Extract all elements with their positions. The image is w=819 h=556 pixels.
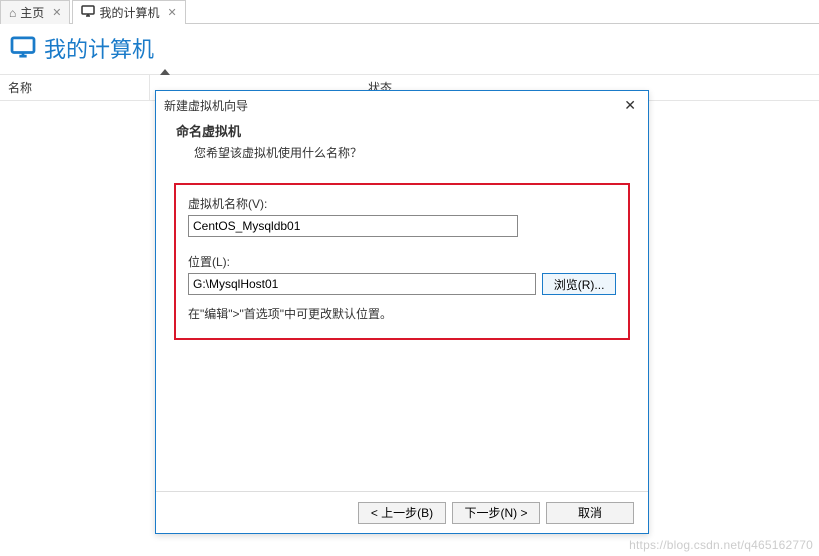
next-button[interactable]: 下一步(N) > [452, 502, 540, 524]
close-icon[interactable]: ✕ [620, 97, 640, 114]
cancel-button[interactable]: 取消 [546, 502, 634, 524]
page-title: 我的计算机 [44, 32, 154, 64]
dialog-subheading: 您希望该虚拟机使用什么名称？ [176, 140, 628, 161]
monitor-icon [10, 36, 36, 61]
browse-button[interactable]: 浏览(R)... [542, 273, 616, 295]
vm-name-input[interactable] [188, 215, 518, 237]
tab-home[interactable]: ⌂ 主页 ✕ [0, 0, 70, 24]
dialog-footer: < 上一步(B) 下一步(N) > 取消 [156, 491, 648, 533]
highlight-box: 虚拟机名称(V): 位置(L): 浏览(R)... 在"编辑">"首选项"中可更… [174, 183, 630, 340]
tab-home-label: 主页 [20, 4, 44, 21]
tab-bar: ⌂ 主页 ✕ 我的计算机 ✕ [0, 0, 819, 24]
home-icon: ⌂ [9, 6, 16, 20]
watermark: https://blog.csdn.net/q465162770 [629, 538, 813, 552]
close-icon[interactable]: ✕ [168, 6, 177, 19]
dialog-heading: 命名虚拟机 [176, 121, 628, 140]
new-vm-wizard-dialog: 新建虚拟机向导 ✕ 命名虚拟机 您希望该虚拟机使用什么名称？ 虚拟机名称(V):… [155, 90, 649, 534]
page-header: 我的计算机 [0, 24, 819, 75]
back-button[interactable]: < 上一步(B) [358, 502, 446, 524]
close-icon[interactable]: ✕ [52, 6, 61, 19]
dialog-header: 命名虚拟机 您希望该虚拟机使用什么名称？ [156, 119, 648, 173]
location-input[interactable] [188, 273, 536, 295]
column-name[interactable]: 名称 [0, 75, 150, 100]
vm-name-label: 虚拟机名称(V): [188, 195, 616, 212]
dialog-titlebar[interactable]: 新建虚拟机向导 ✕ [156, 91, 648, 119]
splitter-handle-icon[interactable] [160, 69, 170, 75]
tab-mycomputer-label: 我的计算机 [99, 4, 159, 21]
dialog-title: 新建虚拟机向导 [164, 97, 248, 114]
location-label: 位置(L): [188, 253, 616, 270]
monitor-icon [81, 5, 95, 20]
dialog-body: 虚拟机名称(V): 位置(L): 浏览(R)... 在"编辑">"首选项"中可更… [156, 173, 648, 491]
location-hint: 在"编辑">"首选项"中可更改默认位置。 [188, 305, 616, 322]
tab-mycomputer[interactable]: 我的计算机 ✕ [72, 0, 185, 24]
